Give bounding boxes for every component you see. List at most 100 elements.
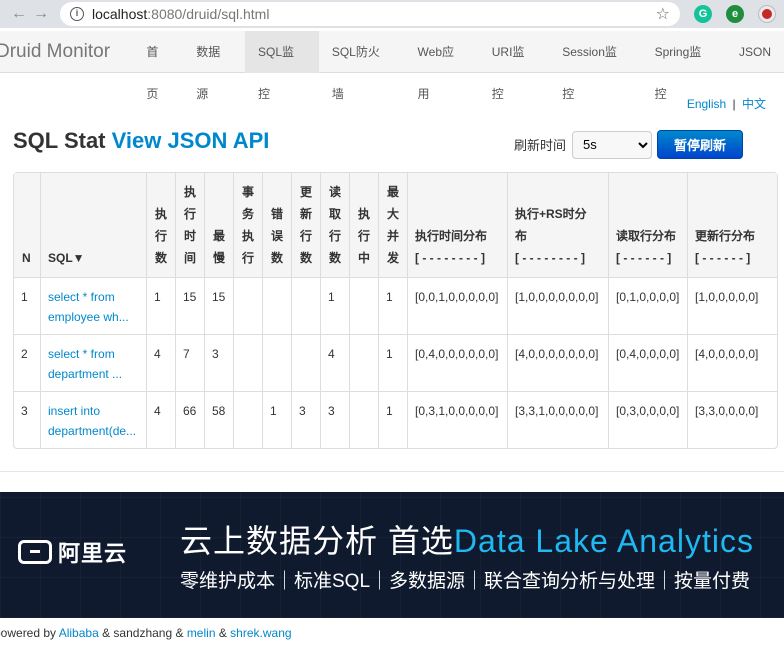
table-cell: [0,0,1,0,0,0,0,0]	[407, 277, 507, 334]
table-cell	[291, 334, 320, 391]
browser-toolbar: ← → i localhost:8080/druid/sql.html ☆ G …	[0, 0, 784, 28]
table-cell: 1	[320, 277, 349, 334]
pause-refresh-button[interactable]: 暂停刷新	[657, 130, 744, 159]
table-cell: [0,3,0,0,0,0]	[608, 391, 687, 448]
footer-alibaba-link[interactable]: Alibaba	[59, 626, 99, 640]
table-row: 2 select * from department ... 4 7 3 4 1 [0,4,0…	[14, 334, 777, 391]
banner-headline-accent: Data Lake Analytics	[453, 523, 754, 559]
aliyun-logo-icon	[18, 540, 52, 564]
aliyun-logo-text: 阿里云	[58, 541, 128, 566]
table-cell: 3	[320, 391, 349, 448]
footer-prefix: powered by	[0, 626, 59, 640]
nav-datasource[interactable]: 数据源	[183, 31, 245, 101]
table-cell: 3	[204, 334, 233, 391]
sql-link[interactable]: select * from employee wh...	[48, 290, 129, 324]
nav-sql-monitor[interactable]: SQL监控	[245, 30, 319, 101]
nav-web-app[interactable]: Web应用	[405, 31, 479, 101]
footer-melin-link[interactable]: melin	[187, 626, 216, 640]
table-cell: 1	[262, 391, 291, 448]
table-header-row: N SQL▼ 执行数 执行时间 最慢 事务执行 错误数 更新行数 读取行数 执行…	[14, 173, 777, 277]
col-header-tx-exec[interactable]: 事务执行	[233, 173, 262, 277]
col-header-errors[interactable]: 错误数	[262, 173, 291, 277]
table-cell: 66	[175, 391, 204, 448]
nav-session-monitor[interactable]: Session监控	[549, 31, 641, 101]
table-cell: [3,3,0,0,0,0]	[687, 391, 777, 448]
back-icon[interactable]: ←	[8, 5, 30, 23]
table-cell: 15	[175, 277, 204, 334]
footer-shrek-link[interactable]: shrek.wang	[230, 626, 291, 640]
info-icon[interactable]: i	[70, 7, 84, 21]
lang-chinese-link[interactable]: 中文	[742, 97, 766, 111]
nav-sql-firewall[interactable]: SQL防火墙	[319, 31, 405, 101]
col-header-max-concurrency[interactable]: 最大并发	[378, 173, 407, 277]
lang-english-link[interactable]: English	[687, 97, 726, 111]
forward-icon[interactable]: →	[30, 5, 52, 23]
table-cell	[349, 391, 378, 448]
table-cell: 1	[14, 277, 40, 334]
view-json-api-link[interactable]: View JSON API	[112, 128, 270, 153]
col-header-running[interactable]: 执行中	[349, 173, 378, 277]
col-header-read-rows-dist[interactable]: 读取行分布[ - - - - - - ]	[608, 173, 687, 277]
col-header-exec-time-dist[interactable]: 执行时间分布[ - - - - - - - - ]	[407, 173, 507, 277]
refresh-interval-select[interactable]: 5s	[572, 130, 653, 159]
col-header-update-rows[interactable]: 更新行数	[291, 173, 320, 277]
table-cell: 3	[14, 391, 40, 448]
col-header-exec-count[interactable]: 执行数	[146, 173, 175, 277]
table-cell: select * from employee wh...	[40, 277, 146, 334]
col-header-sql[interactable]: SQL▼	[40, 173, 146, 277]
banner-subline: 零维护成本｜标准SQL｜多数据源｜联合查询分析与处理｜按量付费	[180, 571, 751, 592]
table-cell: [0,3,1,0,0,0,0,0]	[407, 391, 507, 448]
nav-uri-monitor[interactable]: URI监控	[479, 31, 549, 101]
aliyun-logo: 阿里云	[18, 536, 127, 568]
table-cell: 1	[378, 391, 407, 448]
banner-headline-text: 云上数据分析 首选	[180, 523, 454, 559]
table-cell: [4,0,0,0,0,0]	[687, 334, 777, 391]
footer-credits: powered by Alibaba & sandzhang & melin &…	[0, 626, 292, 640]
table-row: 3 insert into department(de... 4 66 58 1 3 3 1 [0…	[14, 391, 777, 448]
page-title-text: SQL Stat	[13, 128, 106, 153]
brand-title[interactable]: Druid Monitor	[0, 41, 133, 63]
col-header-update-rows-dist[interactable]: 更新行分布[ - - - - - - ]	[687, 173, 777, 277]
sql-link[interactable]: select * from department ...	[48, 347, 122, 381]
nav-home[interactable]: 首页	[133, 31, 183, 101]
table-cell	[233, 391, 262, 448]
table-cell: 3	[291, 391, 320, 448]
table-cell: [0,4,0,0,0,0]	[608, 334, 687, 391]
table-cell: 15	[204, 277, 233, 334]
table-cell	[262, 334, 291, 391]
refresh-controls: 刷新时间 5s 暂停刷新	[514, 130, 744, 159]
ad-banner[interactable]: 阿里云 云上数据分析 首选Data Lake Analytics 零维护成本｜标…	[0, 492, 784, 618]
address-bar[interactable]: i localhost:8080/druid/sql.html ☆	[60, 2, 680, 26]
sql-stat-table-wrapper: N SQL▼ 执行数 执行时间 最慢 事务执行 错误数 更新行数 读取行数 执行…	[13, 172, 784, 449]
table-cell: select * from department ...	[40, 334, 146, 391]
table-cell	[233, 277, 262, 334]
evernote-extension-icon[interactable]: e	[726, 5, 744, 23]
table-cell	[349, 277, 378, 334]
col-header-exec-time[interactable]: 执行时间	[175, 173, 204, 277]
table-cell: 4	[146, 334, 175, 391]
table-cell: [1,0,0,0,0,0]	[687, 277, 777, 334]
nav-json[interactable]: JSON	[726, 31, 784, 73]
sql-link[interactable]: insert into department(de...	[48, 404, 136, 438]
table-cell: 4	[320, 334, 349, 391]
divider	[0, 471, 784, 472]
footer-mid1: & sandzhang &	[98, 626, 187, 640]
profile-avatar-icon[interactable]	[758, 5, 776, 23]
col-header-exec-rs-dist[interactable]: 执行+RS时分布[ - - - - - - - - ]	[507, 173, 608, 277]
table-cell: 2	[14, 334, 40, 391]
col-header-slowest[interactable]: 最慢	[204, 173, 233, 277]
bookmark-star-icon[interactable]: ☆	[656, 4, 670, 24]
table-cell	[349, 334, 378, 391]
banner-headline: 云上数据分析 首选Data Lake Analytics	[180, 516, 754, 562]
table-cell: 1	[378, 277, 407, 334]
table-cell: [0,4,0,0,0,0,0,0]	[407, 334, 507, 391]
table-cell: 4	[146, 391, 175, 448]
grammarly-extension-icon[interactable]: G	[694, 5, 712, 23]
nav-spring-monitor[interactable]: Spring监控	[642, 31, 726, 101]
url-host: localhost	[92, 6, 148, 22]
table-row: 1 select * from employee wh... 1 15 15 1 1 [0,0…	[14, 277, 777, 334]
col-header-read-rows[interactable]: 读取行数	[320, 173, 349, 277]
col-header-n[interactable]: N	[14, 173, 40, 277]
footer-mid2: &	[215, 626, 231, 640]
table-cell	[291, 277, 320, 334]
